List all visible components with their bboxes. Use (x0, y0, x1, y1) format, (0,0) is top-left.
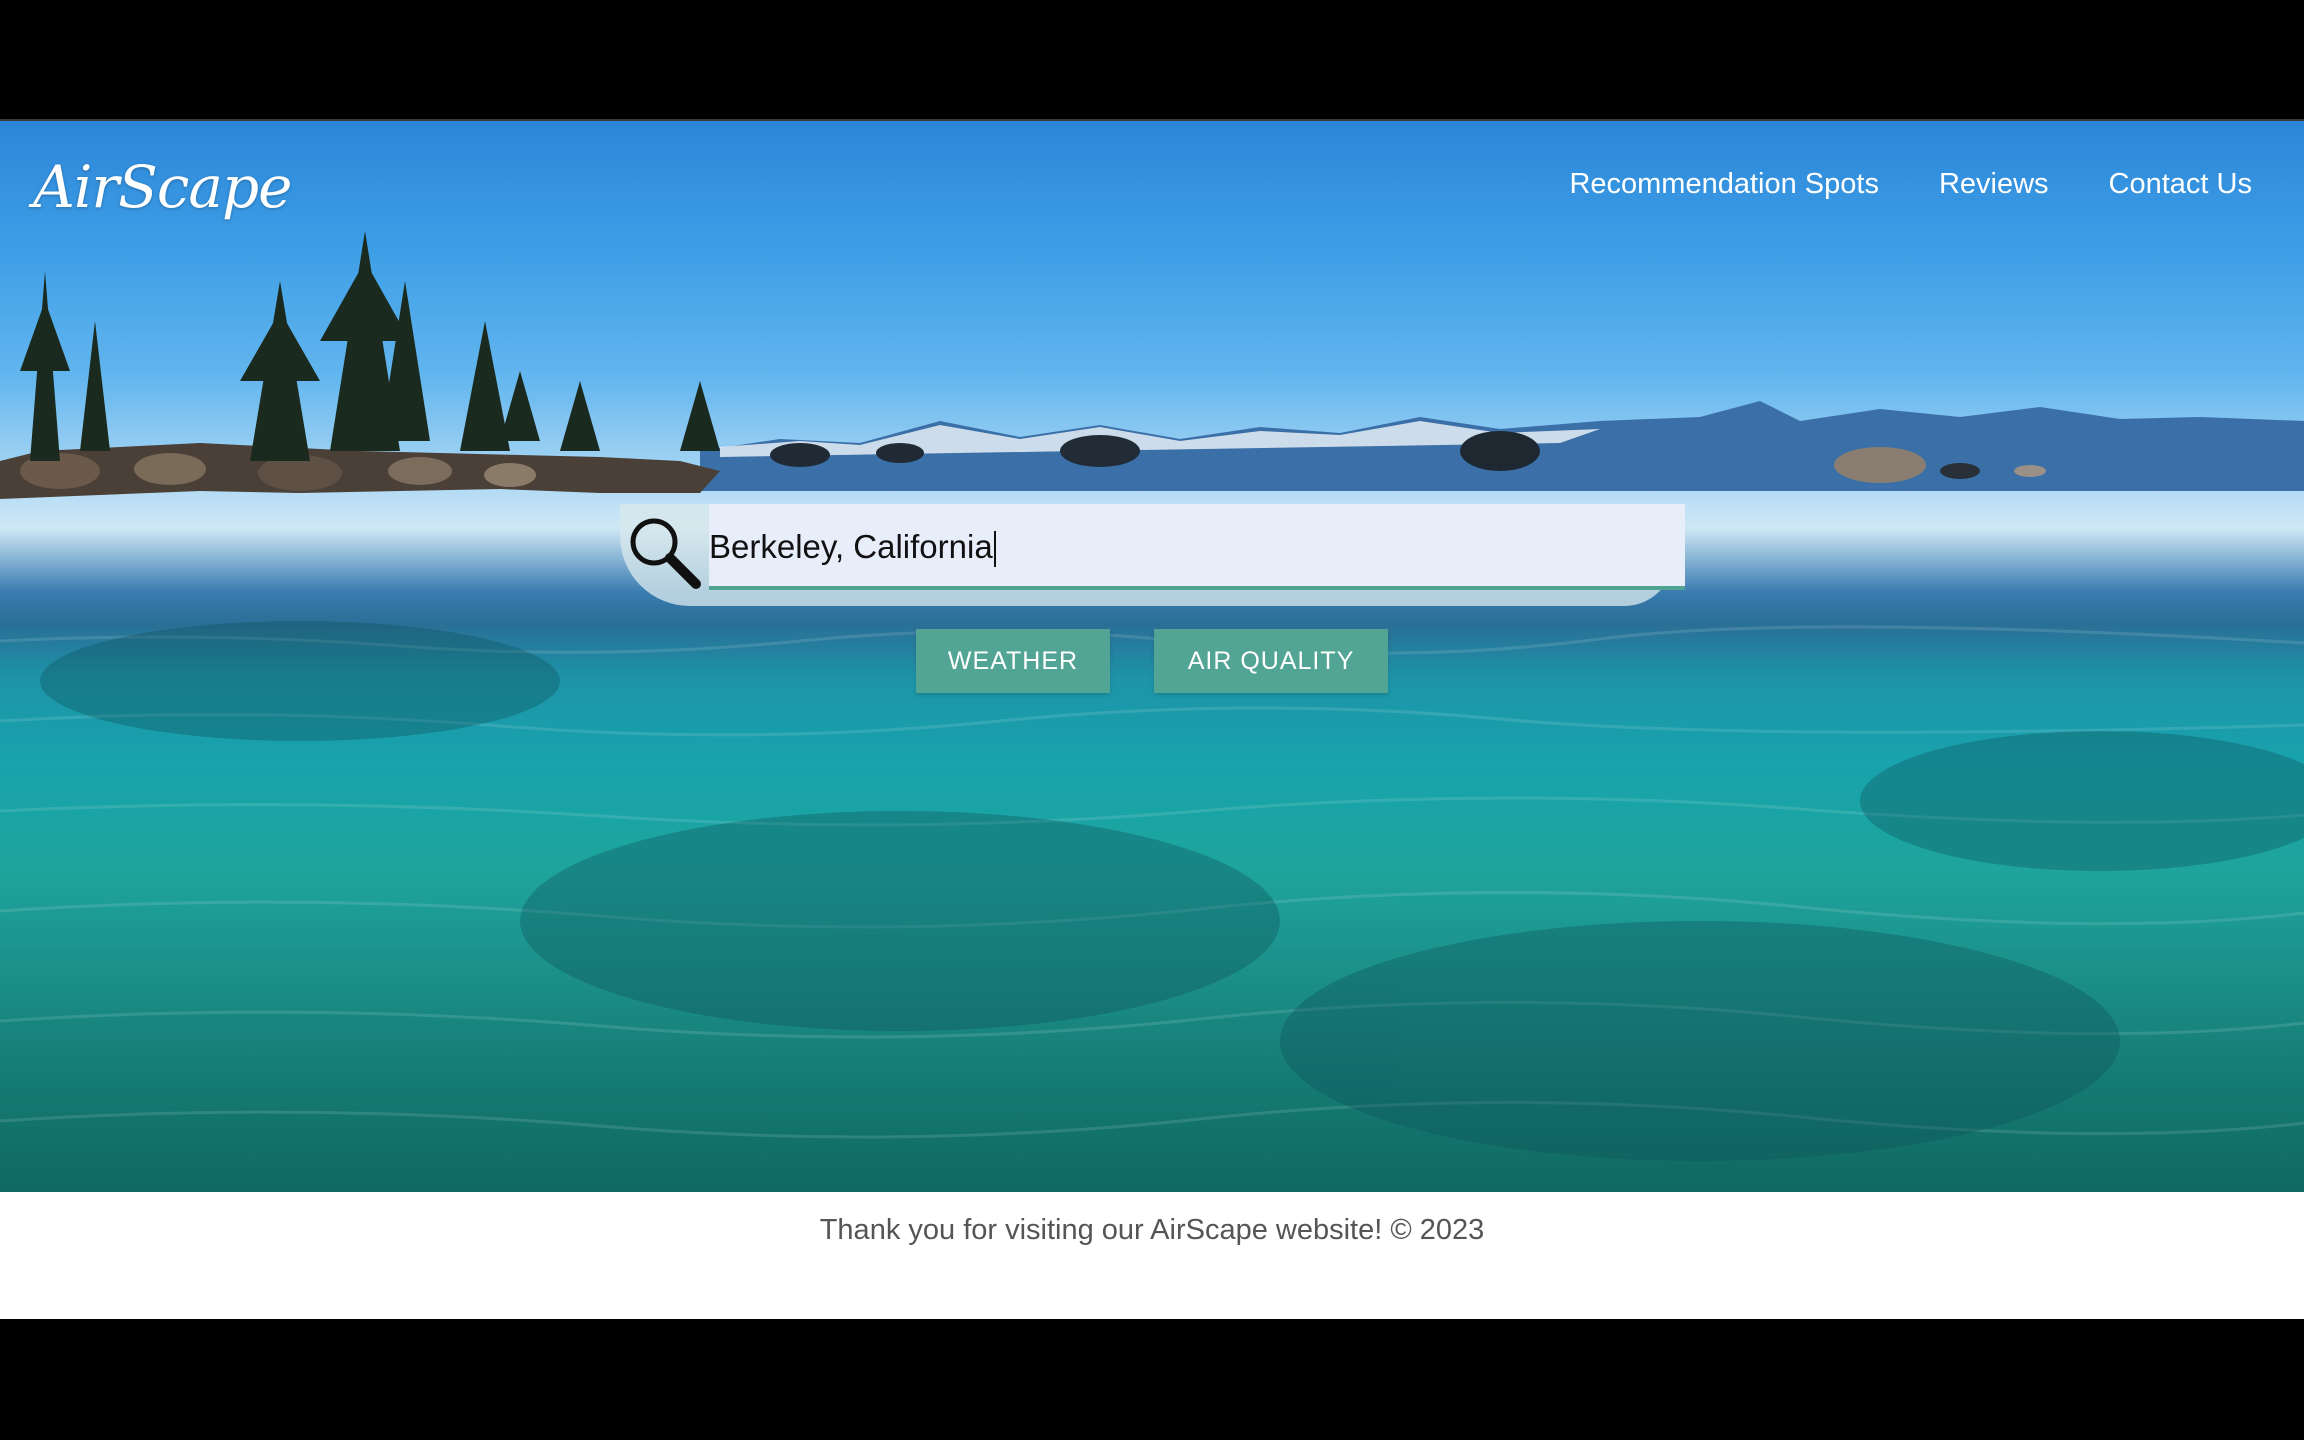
hero-section: AirScape Recommendation Spots Reviews Co… (0, 121, 2304, 1192)
location-search-input[interactable]: Berkeley, California (709, 504, 1685, 590)
nav-link-recommendation-spots[interactable]: Recommendation Spots (1569, 168, 1879, 201)
nav-link-reviews[interactable]: Reviews (1939, 168, 2049, 201)
footer-text: Thank you for visiting our AirScape webs… (819, 1214, 1485, 1246)
bottom-letterbox (0, 1319, 2304, 1440)
site-logo[interactable]: AirScape (33, 153, 292, 221)
text-cursor (993, 531, 996, 568)
nav-link-contact-us[interactable]: Contact Us (2109, 168, 2252, 201)
lake-background-image (0, 231, 2304, 1161)
footer: Thank you for visiting our AirScape webs… (0, 1192, 2304, 1319)
screen: AirScape Recommendation Spots Reviews Co… (0, 0, 2304, 1440)
air-quality-button[interactable]: AIR QUALITY (1154, 629, 1388, 693)
search-icon[interactable] (626, 514, 702, 590)
search-input-value: Berkeley, California (709, 528, 993, 565)
main-nav: Recommendation Spots Reviews Contact Us (1569, 168, 2252, 201)
weather-button[interactable]: WEATHER (916, 629, 1110, 693)
top-letterbox (0, 0, 2304, 121)
search-bar: Berkeley, California (620, 504, 1685, 606)
